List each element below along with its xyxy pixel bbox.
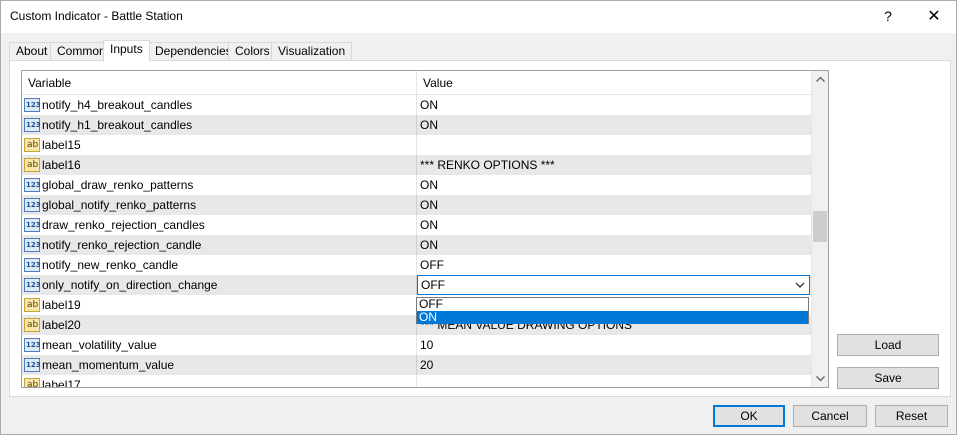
variable-value[interactable]: ON xyxy=(420,235,438,255)
number-icon: 123 xyxy=(24,98,41,112)
tab-inputs[interactable]: Inputs xyxy=(103,40,150,62)
variable-value[interactable]: ON xyxy=(420,175,438,195)
table-row[interactable]: 123 notify_new_renko_candle OFF xyxy=(22,255,812,275)
table-row[interactable]: 123 mean_volatility_value 10 xyxy=(22,335,812,355)
variable-value[interactable]: 10 xyxy=(420,335,433,355)
number-icon: 123 xyxy=(24,338,41,352)
value-dropdown-list[interactable]: OFF ON xyxy=(416,297,809,324)
load-button[interactable]: Load xyxy=(837,334,939,356)
cell-divider xyxy=(416,215,417,235)
scroll-up-icon[interactable] xyxy=(812,71,829,88)
variable-name: notify_renko_rejection_candle xyxy=(42,238,202,252)
variable-name: only_notify_on_direction_change xyxy=(42,278,218,292)
variable-name: mean_volatility_value xyxy=(42,338,157,352)
cell-divider xyxy=(416,95,417,115)
tab-colors[interactable]: Colors xyxy=(228,42,277,61)
number-icon: 123 xyxy=(24,258,41,272)
variable-name: global_draw_renko_patterns xyxy=(42,178,194,192)
variable-name: label19 xyxy=(42,298,81,312)
number-icon: 123 xyxy=(24,218,41,232)
inputs-grid: Variable Value 123 notify_h4_breakout_can… xyxy=(21,70,829,388)
cell-divider xyxy=(416,375,417,387)
cell-divider xyxy=(416,175,417,195)
close-button[interactable]: ✕ xyxy=(911,1,957,32)
table-row[interactable]: 123 mean_momentum_value 20 xyxy=(22,355,812,375)
reset-button[interactable]: Reset xyxy=(875,405,948,427)
variable-name: notify_h1_breakout_candles xyxy=(42,118,193,132)
tab-about[interactable]: About xyxy=(9,42,55,61)
variable-name: mean_momentum_value xyxy=(42,358,175,372)
number-icon: 123 xyxy=(24,118,41,132)
variable-value[interactable]: ON xyxy=(420,195,438,215)
variable-name: label15 xyxy=(42,138,81,152)
ok-button[interactable]: OK xyxy=(713,405,785,427)
table-row[interactable]: 123 only_notify_on_direction_change OFF xyxy=(22,275,812,295)
cell-divider xyxy=(416,255,417,275)
cell-divider xyxy=(416,355,417,375)
cell-divider xyxy=(416,335,417,355)
string-icon: ab xyxy=(24,138,40,152)
variable-value[interactable]: *** RENKO OPTIONS *** xyxy=(420,155,555,175)
cell-divider xyxy=(416,235,417,255)
scroll-down-icon[interactable] xyxy=(812,370,829,387)
variable-name: notify_h4_breakout_candles xyxy=(42,98,193,112)
save-button[interactable]: Save xyxy=(837,367,939,389)
variable-value[interactable]: ON xyxy=(420,115,438,135)
string-icon: ab xyxy=(24,158,40,172)
variable-name: global_notify_renko_patterns xyxy=(42,198,197,212)
table-row[interactable]: ab label16 *** RENKO OPTIONS *** xyxy=(22,155,812,175)
cell-divider xyxy=(416,155,417,175)
variable-name: label20 xyxy=(42,318,81,332)
vertical-scrollbar[interactable] xyxy=(811,71,828,387)
string-icon: ab xyxy=(24,378,40,387)
number-icon: 123 xyxy=(24,358,41,372)
variable-value[interactable]: ON xyxy=(420,215,438,235)
dialog-window: Custom Indicator - Battle Station ? ✕ Ab… xyxy=(0,0,957,435)
grid-header: Variable Value xyxy=(22,71,812,95)
title-bar: Custom Indicator - Battle Station ? ✕ xyxy=(1,1,956,33)
dropdown-option-off[interactable]: OFF xyxy=(417,298,808,311)
column-header-variable[interactable]: Variable xyxy=(22,71,71,95)
table-row[interactable]: 123 draw_renko_rejection_candles ON xyxy=(22,215,812,235)
number-icon: 123 xyxy=(24,178,41,192)
value-combobox[interactable]: OFF xyxy=(417,275,810,295)
cell-divider xyxy=(416,195,417,215)
variable-value[interactable]: OFF xyxy=(420,255,444,275)
column-header-value[interactable]: Value xyxy=(417,71,453,95)
table-row[interactable]: 123 global_notify_renko_patterns ON xyxy=(22,195,812,215)
string-icon: ab xyxy=(24,318,40,332)
number-icon: 123 xyxy=(24,198,41,212)
table-row[interactable]: ab label15 xyxy=(22,135,812,155)
cell-divider xyxy=(416,115,417,135)
tab-visualization[interactable]: Visualization xyxy=(271,42,353,61)
cell-divider xyxy=(416,135,417,155)
string-icon: ab xyxy=(24,298,40,312)
variable-value[interactable]: ON xyxy=(420,95,438,115)
variable-name: label16 xyxy=(42,158,81,172)
window-title: Custom Indicator - Battle Station xyxy=(10,9,183,23)
variable-name: label17 xyxy=(42,378,81,388)
cancel-button[interactable]: Cancel xyxy=(793,405,867,427)
chevron-down-icon[interactable] xyxy=(794,278,806,292)
number-icon: 123 xyxy=(24,238,41,252)
variable-value[interactable]: 20 xyxy=(420,355,433,375)
table-row[interactable]: 123 global_draw_renko_patterns ON xyxy=(22,175,812,195)
dropdown-option-on[interactable]: ON xyxy=(417,311,808,324)
tab-dependencies[interactable]: Dependencies xyxy=(148,42,239,61)
variable-name: notify_new_renko_candle xyxy=(42,258,179,272)
table-row[interactable]: 123 notify_h4_breakout_candles ON xyxy=(22,95,812,115)
table-row[interactable]: 123 notify_h1_breakout_candles ON xyxy=(22,115,812,135)
variable-name: draw_renko_rejection_candles xyxy=(42,218,205,232)
table-row[interactable]: 123 notify_renko_rejection_candle ON xyxy=(22,235,812,255)
scrollbar-thumb[interactable] xyxy=(813,211,827,242)
help-button[interactable]: ? xyxy=(865,1,911,32)
number-icon: 123 xyxy=(24,278,41,292)
combobox-value: OFF xyxy=(421,278,445,292)
table-row[interactable]: ab label17 xyxy=(22,375,812,388)
